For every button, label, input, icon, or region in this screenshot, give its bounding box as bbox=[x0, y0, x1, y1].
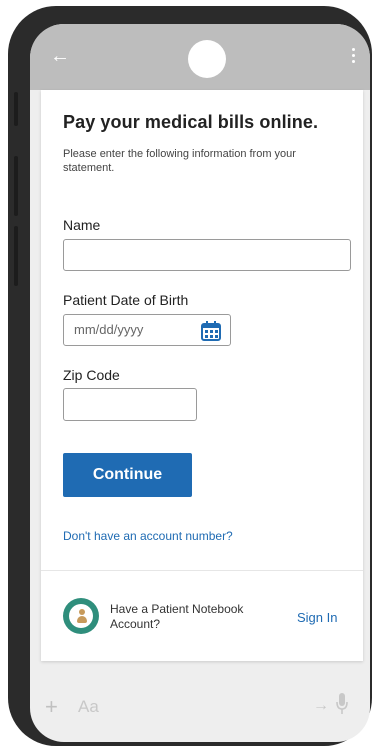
camera-notch bbox=[188, 40, 226, 78]
name-input[interactable] bbox=[63, 239, 351, 271]
message-composer-bar: + Aa → bbox=[30, 664, 370, 742]
phone-volume-up-button bbox=[14, 156, 18, 216]
sign-in-link[interactable]: Sign In bbox=[297, 610, 337, 625]
phone-screen: ← Pay your medical bills online. Please … bbox=[30, 24, 370, 742]
phone-side-button bbox=[14, 92, 18, 126]
name-label: Name bbox=[63, 217, 101, 233]
no-account-number-link[interactable]: Don't have an account number? bbox=[63, 529, 233, 543]
zip-code-label: Zip Code bbox=[63, 367, 120, 383]
payment-form-card: Pay your medical bills online. Please en… bbox=[41, 90, 363, 661]
dob-placeholder: mm/dd/yyyy bbox=[74, 322, 144, 337]
patient-notebook-icon bbox=[63, 598, 99, 634]
phone-frame: ← Pay your medical bills online. Please … bbox=[8, 6, 372, 746]
message-input[interactable]: Aa bbox=[78, 697, 99, 717]
phone-volume-down-button bbox=[14, 226, 18, 286]
microphone-icon[interactable] bbox=[335, 692, 349, 721]
section-divider bbox=[41, 570, 363, 571]
more-options-icon[interactable] bbox=[352, 48, 356, 66]
send-arrow-icon[interactable]: → bbox=[313, 697, 329, 715]
page-title: Pay your medical bills online. bbox=[63, 112, 319, 132]
form-instructions: Please enter the following information f… bbox=[63, 148, 296, 174]
add-icon[interactable]: + bbox=[45, 694, 58, 720]
dob-input[interactable]: mm/dd/yyyy bbox=[63, 314, 231, 346]
calendar-icon[interactable] bbox=[200, 320, 222, 347]
top-bar: ← bbox=[30, 24, 370, 90]
patient-notebook-prompt: Have a Patient Notebook Account? bbox=[110, 602, 244, 631]
back-arrow-icon[interactable]: ← bbox=[50, 44, 70, 68]
dob-label: Patient Date of Birth bbox=[63, 292, 189, 308]
zip-code-input[interactable] bbox=[63, 388, 197, 421]
continue-button[interactable]: Continue bbox=[63, 453, 192, 497]
